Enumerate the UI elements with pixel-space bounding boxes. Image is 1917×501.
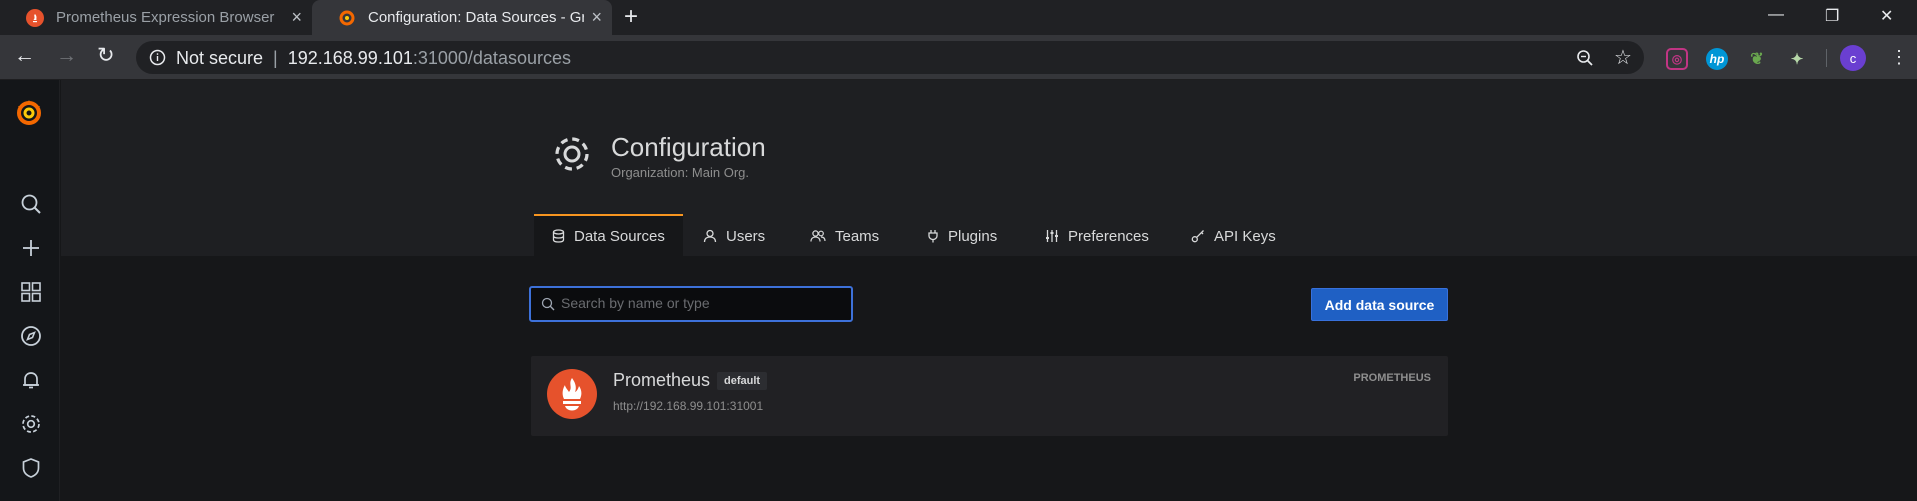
- search-icon: [541, 297, 555, 311]
- forward-icon[interactable]: →: [56, 45, 77, 67]
- default-badge: default: [717, 372, 768, 390]
- zoom-icon[interactable]: [1576, 49, 1594, 67]
- datasource-type: PROMETHEUS: [1353, 372, 1431, 384]
- browser-menu-icon[interactable]: ⋮: [1890, 45, 1908, 69]
- tab-label: Data Sources: [574, 227, 665, 245]
- toolbar-divider: [1826, 49, 1827, 67]
- datasource-url: http://192.168.99.101:31001: [613, 399, 764, 413]
- tab-label: Users: [726, 227, 766, 245]
- dashboards-icon[interactable]: [19, 280, 43, 304]
- leaf-icon[interactable]: ❦: [1746, 48, 1768, 70]
- tab-api-keys[interactable]: API Keys: [1191, 216, 1276, 256]
- tab-label: Plugins: [948, 227, 998, 245]
- datasource-name: Prometheus: [613, 370, 711, 390]
- tab-preferences[interactable]: Preferences: [1045, 216, 1149, 256]
- plus-icon[interactable]: [19, 236, 43, 260]
- info-icon: [149, 49, 166, 66]
- tab-teams[interactable]: Teams: [810, 216, 879, 256]
- search-field[interactable]: [529, 286, 853, 322]
- divider: |: [273, 48, 278, 68]
- close-tab-icon[interactable]: ×: [591, 8, 602, 26]
- grafana-sidebar: [0, 80, 60, 501]
- prometheus-favicon-icon: [26, 8, 44, 27]
- reload-icon[interactable]: ↻: [97, 45, 115, 67]
- address-bar[interactable]: Not secure | 192.168.99.101:31000/datasour…: [136, 41, 1644, 74]
- hp-icon[interactable]: hp: [1706, 48, 1728, 70]
- grafana-favicon-icon: [338, 9, 356, 27]
- search-input[interactable]: [561, 295, 841, 311]
- bug-icon[interactable]: ✦: [1786, 48, 1808, 70]
- close-window-icon[interactable]: ✕: [1880, 6, 1893, 26]
- close-tab-icon[interactable]: ×: [291, 8, 302, 26]
- instagram-icon[interactable]: ◎: [1666, 48, 1688, 70]
- url-path: :31000/datasources: [412, 48, 571, 68]
- minimize-icon[interactable]: —: [1768, 6, 1784, 24]
- tab-label: Teams: [835, 227, 880, 245]
- tab-title: Prometheus Expression Browser: [56, 9, 275, 26]
- grafana-logo[interactable]: [14, 98, 44, 128]
- explore-icon[interactable]: [19, 324, 43, 348]
- configuration-gear-icon: [555, 137, 589, 171]
- back-icon[interactable]: ←: [14, 45, 35, 67]
- browser-toolbar: ← → ↻ Not secure | 192.168.99.101:31000/da…: [0, 35, 1917, 80]
- tab-label: Preferences: [1068, 227, 1149, 245]
- restore-icon[interactable]: ❐: [1825, 6, 1839, 26]
- main-content: Configuration Organization: Main Org. Da…: [61, 80, 1917, 501]
- configuration-gear-icon[interactable]: [19, 412, 43, 436]
- search-icon[interactable]: [19, 192, 43, 216]
- user-icon: [703, 229, 717, 243]
- tab-plugins[interactable]: Plugins: [927, 216, 997, 256]
- tab-data-sources[interactable]: Data Sources: [534, 214, 683, 256]
- users-icon: [810, 230, 826, 242]
- key-icon: [1191, 230, 1204, 243]
- browser-tab-grafana[interactable]: Configuration: Data Sources - Grafana ×: [312, 0, 612, 35]
- security-label: Not secure: [176, 48, 264, 68]
- bookmark-star-icon[interactable]: ☆: [1614, 45, 1632, 70]
- page-header: Configuration Organization: Main Org. Da…: [61, 80, 1917, 256]
- page-subtitle: Organization: Main Org.: [611, 165, 750, 180]
- datasource-card[interactable]: Prometheus default http://192.168.99.101…: [531, 356, 1448, 436]
- browser-tab-strip: Prometheus Expression Browser × Configur…: [0, 0, 1917, 35]
- tab-label: API Keys: [1214, 227, 1276, 245]
- database-icon: [552, 229, 565, 243]
- browser-tab-prometheus[interactable]: Prometheus Expression Browser ×: [0, 0, 312, 35]
- url-host: 192.168.99.101: [287, 48, 413, 68]
- new-tab-button[interactable]: +: [624, 4, 638, 30]
- profile-avatar[interactable]: c: [1840, 45, 1866, 71]
- alerting-bell-icon[interactable]: [19, 368, 43, 392]
- sliders-icon: [1046, 230, 1058, 242]
- tab-users[interactable]: Users: [703, 216, 765, 256]
- shield-icon[interactable]: [19, 456, 43, 480]
- tab-title: Configuration: Data Sources - Grafana: [368, 9, 584, 26]
- add-data-source-button[interactable]: Add data source: [1311, 288, 1448, 321]
- prometheus-logo-icon: [547, 369, 597, 419]
- plug-icon: [928, 230, 938, 243]
- page-title: Configuration: [611, 132, 766, 162]
